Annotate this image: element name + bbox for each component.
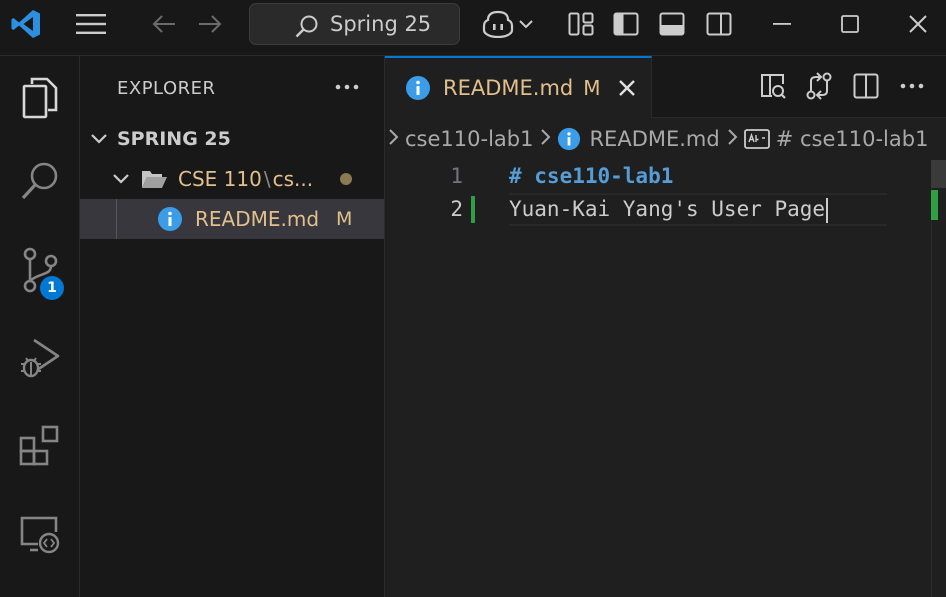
indent-guide [116, 199, 117, 239]
search-icon[interactable] [0, 142, 80, 222]
scrollbar-change-marker [931, 190, 938, 220]
file-name: README.md [195, 207, 320, 231]
toggle-secondary-sidebar-icon[interactable] [701, 8, 737, 40]
remote-explorer-icon[interactable] [0, 494, 80, 574]
explorer-sidebar: EXPLORER SPRING 25 CSE 110 \ cs... READM… [80, 56, 385, 597]
tab-label: README.md [443, 76, 574, 100]
text-cursor [826, 197, 829, 223]
tab-modified-status: M [583, 76, 601, 100]
folder-path-separator: \ [263, 167, 271, 191]
minimize-icon[interactable] [764, 8, 800, 40]
workspace-root[interactable]: SPRING 25 [80, 119, 384, 159]
split-editor-icon[interactable] [850, 70, 882, 102]
modified-dot [340, 173, 352, 185]
copilot-icon[interactable] [480, 8, 516, 40]
sidebar-title: EXPLORER [117, 78, 216, 99]
search-text: Spring 25 [330, 12, 432, 36]
info-icon [405, 75, 431, 101]
folder-name-tail: cs... [272, 167, 314, 191]
folder-name: CSE 110 [178, 167, 262, 191]
scrollbar[interactable] [931, 160, 946, 597]
breadcrumb-folder[interactable]: cse110-lab1 [405, 127, 533, 151]
chevron-right-icon [726, 127, 738, 151]
breadcrumb-file[interactable]: README.md [589, 127, 719, 151]
line-number: 1 [450, 164, 463, 188]
editor-area: README.md M cse110-lab1 README.md # cse1… [385, 56, 946, 597]
breadcrumb: cse110-lab1 README.md # cse110-lab1 [385, 118, 946, 160]
chevron-right-icon [387, 127, 399, 151]
code-line[interactable]: 1 # cse110-lab1 [385, 160, 946, 193]
line-text: Yuan-Kai Yang's User Page [509, 197, 826, 221]
activity-bar: 1 [0, 56, 80, 597]
toggle-panel-icon[interactable] [654, 8, 690, 40]
chevron-down-icon[interactable] [516, 14, 536, 34]
code-line-current[interactable]: 2 Yuan-Kai Yang's User Page [385, 193, 946, 226]
vscode-logo-icon [8, 6, 44, 42]
workspace-root-label: SPRING 25 [117, 128, 231, 150]
close-icon[interactable] [900, 8, 936, 40]
breadcrumb-symbol[interactable]: # cse110-lab1 [776, 127, 929, 151]
forward-arrow-icon[interactable] [192, 8, 228, 40]
folder-open-icon [140, 168, 168, 190]
chevron-down-icon [88, 133, 110, 145]
source-control-badge: 1 [38, 274, 66, 302]
source-control-icon[interactable] [0, 230, 80, 310]
more-actions-icon[interactable] [896, 70, 928, 102]
command-center-search[interactable]: Spring 25 [249, 3, 460, 45]
folder-item[interactable]: CSE 110 \ cs... [80, 159, 384, 199]
menu-icon[interactable] [72, 8, 110, 40]
info-icon [157, 206, 183, 232]
open-preview-icon[interactable] [757, 70, 789, 102]
scrollbar-thumb[interactable] [931, 160, 946, 188]
tab-readme[interactable]: README.md M [385, 56, 652, 118]
explorer-icon[interactable] [0, 58, 80, 138]
more-actions-icon[interactable] [332, 74, 362, 100]
line-text: # cse110-lab1 [509, 164, 674, 188]
compare-changes-icon[interactable] [803, 70, 835, 102]
customize-layout-icon[interactable] [563, 8, 599, 40]
modified-status: M [336, 208, 353, 230]
file-item-readme[interactable]: README.md M [80, 199, 384, 239]
line-number: 2 [450, 197, 463, 221]
string-symbol-icon [743, 129, 770, 149]
tab-bar: README.md M [385, 56, 946, 118]
chevron-right-icon [539, 127, 551, 151]
title-bar: Spring 25 [0, 0, 946, 56]
search-icon [294, 14, 320, 44]
maximize-icon[interactable] [832, 8, 868, 40]
line-content-wrap: Yuan-Kai Yang's User Page [509, 193, 829, 226]
extensions-icon[interactable] [0, 406, 80, 486]
added-line-indicator [471, 196, 475, 223]
close-tab-icon[interactable] [615, 76, 639, 100]
chevron-down-icon [110, 173, 132, 185]
toggle-primary-sidebar-icon[interactable] [608, 8, 644, 40]
back-arrow-icon[interactable] [146, 8, 182, 40]
run-debug-icon[interactable] [0, 318, 80, 398]
info-icon [557, 127, 581, 151]
